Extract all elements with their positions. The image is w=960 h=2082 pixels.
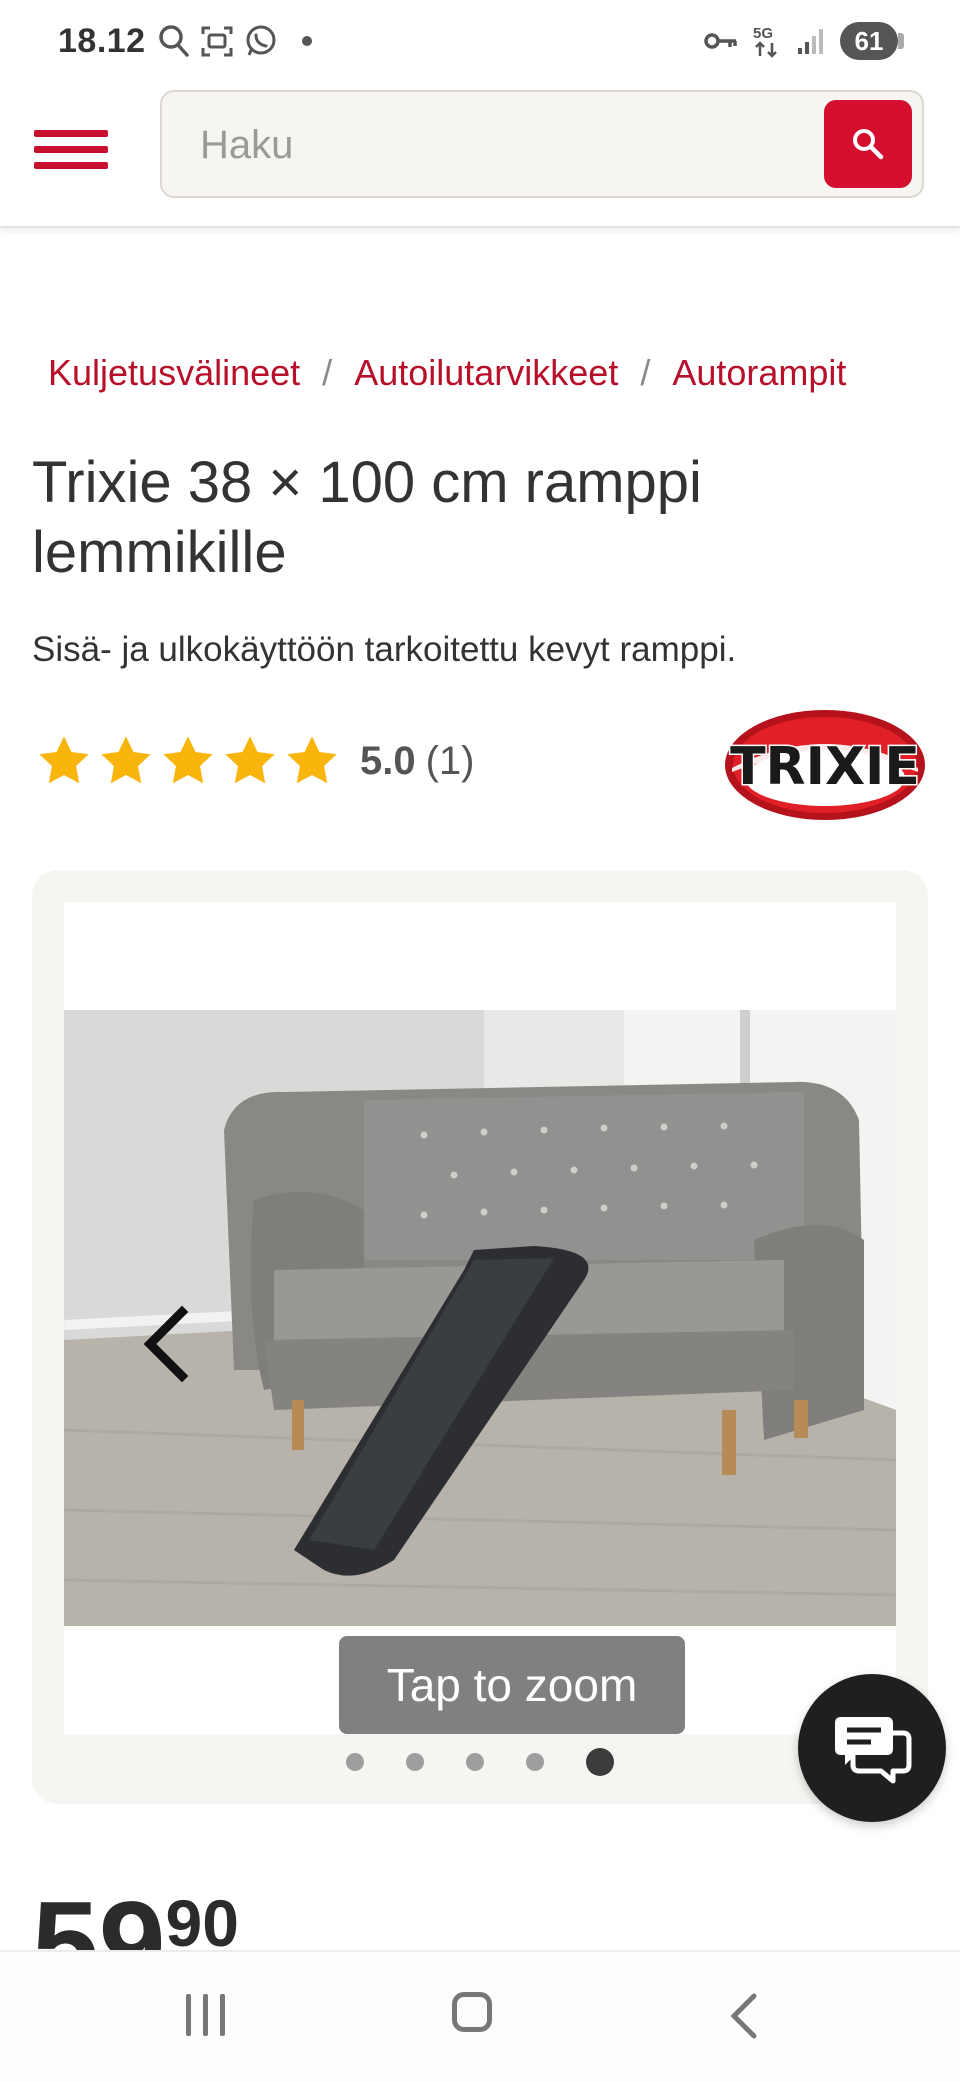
menu-icon-bar bbox=[34, 162, 108, 169]
screenshot-status-icon bbox=[201, 26, 233, 57]
search-button[interactable] bbox=[824, 100, 912, 188]
product-price: 5990 bbox=[32, 1884, 239, 1954]
star-icon bbox=[225, 736, 275, 784]
whatsapp-icon bbox=[246, 25, 276, 56]
rating-value: 5.0 bbox=[360, 739, 416, 784]
breadcrumb-item-autorampit[interactable]: Autorampit bbox=[672, 352, 846, 394]
star-icon bbox=[101, 736, 151, 784]
breadcrumb-separator: / bbox=[640, 352, 651, 393]
gallery-dot-2[interactable] bbox=[406, 1753, 424, 1771]
gallery-dots bbox=[32, 1748, 928, 1776]
5g-icon: 5G bbox=[753, 25, 777, 58]
recents-button[interactable] bbox=[186, 1994, 226, 2036]
brand-logo[interactable]: TRIXIE bbox=[722, 706, 928, 824]
key-icon bbox=[704, 33, 737, 49]
brand-logo-text: TRIXIE bbox=[730, 737, 920, 797]
rating-count: (1) bbox=[425, 738, 475, 783]
gallery-dot-5[interactable] bbox=[586, 1748, 614, 1776]
menu-icon-bar bbox=[34, 146, 108, 153]
rating-number: 5.0 bbox=[360, 738, 416, 783]
battery-indicator: 61 bbox=[840, 22, 904, 60]
svg-text:5G: 5G bbox=[753, 25, 773, 42]
gallery-frame[interactable]: Tap to zoom bbox=[64, 902, 896, 1734]
signal-icon bbox=[798, 29, 823, 54]
rating-row[interactable]: 5.0 (1) bbox=[34, 732, 475, 790]
zoom-hint[interactable]: Tap to zoom bbox=[339, 1636, 685, 1734]
product-subtitle: Sisä- ja ulkokäyttöön tarkoitettu kevyt … bbox=[32, 630, 737, 669]
product-gallery: Tap to zoom bbox=[32, 870, 928, 1804]
gallery-dot-1[interactable] bbox=[346, 1753, 364, 1771]
rating-stars bbox=[34, 732, 342, 790]
search-input[interactable] bbox=[198, 92, 762, 198]
system-nav-bar bbox=[0, 1950, 960, 2082]
chat-button[interactable] bbox=[798, 1674, 946, 1822]
status-left-icons bbox=[158, 24, 312, 58]
star-icon bbox=[287, 736, 337, 784]
gallery-dot-4[interactable] bbox=[526, 1753, 544, 1771]
status-time: 18.12 bbox=[58, 22, 146, 60]
star-icon bbox=[39, 736, 89, 784]
breadcrumb-item-kuljetusvalineet[interactable]: Kuljetusvälineet bbox=[48, 352, 300, 394]
back-button[interactable] bbox=[728, 1992, 758, 2040]
search-icon bbox=[853, 129, 884, 160]
breadcrumb-separator: / bbox=[322, 352, 333, 393]
product-title: Trixie 38 × 100 cm ramppi lemmikille bbox=[32, 450, 702, 585]
menu-button[interactable] bbox=[34, 120, 110, 180]
chat-icon bbox=[835, 1717, 912, 1784]
status-right-icons: 5G 61 bbox=[704, 22, 904, 60]
chevron-left-icon[interactable] bbox=[138, 1304, 198, 1384]
notification-dot bbox=[302, 36, 312, 46]
breadcrumb-item-autoilutarvikkeet[interactable]: Autoilutarvikkeet bbox=[354, 352, 618, 394]
search-status-icon bbox=[159, 25, 189, 57]
home-button[interactable] bbox=[452, 1992, 492, 2032]
price-cents: 90 bbox=[165, 1886, 239, 1954]
battery-level: 61 bbox=[854, 25, 884, 56]
menu-icon bbox=[34, 130, 108, 137]
star-icon bbox=[163, 736, 213, 784]
breadcrumb: Kuljetusvälineet / Autoilutarvikkeet / A… bbox=[48, 352, 846, 394]
search-box bbox=[160, 90, 924, 198]
price-euros: 59 bbox=[32, 1884, 166, 1954]
site-header bbox=[0, 86, 960, 228]
gallery-dot-3[interactable] bbox=[466, 1753, 484, 1771]
status-bar: 18.12 5G 61 bbox=[0, 0, 960, 86]
